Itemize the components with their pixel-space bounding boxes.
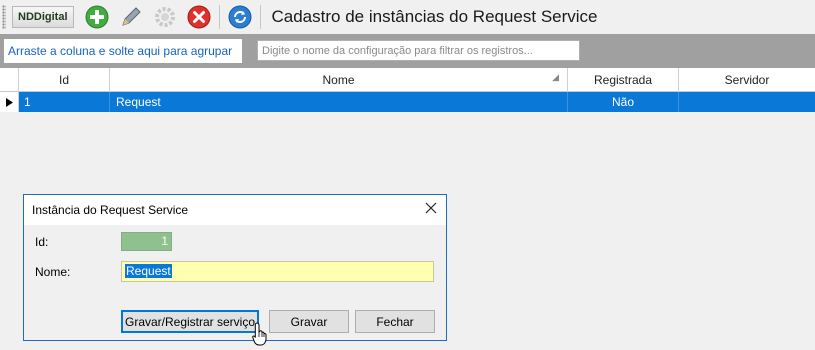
name-field[interactable]: Request — [121, 261, 434, 282]
name-field-value: Request — [125, 264, 172, 278]
row-indicator-header — [0, 68, 19, 92]
instance-dialog: Instância do Request Service Id: 1 Nome:… — [23, 194, 447, 341]
refresh-icon[interactable] — [227, 4, 253, 30]
column-header-nome[interactable]: Nome ◢ — [110, 68, 568, 92]
name-label: Nome: — [35, 265, 71, 279]
close-icon[interactable] — [422, 199, 440, 217]
save-button[interactable]: Gravar — [269, 310, 349, 333]
sort-indicator-icon: ◢ — [552, 72, 559, 82]
toolbar-separator — [259, 5, 261, 29]
id-field: 1 — [121, 232, 172, 251]
group-filter-bar: Arraste a coluna e solte aqui para agrup… — [0, 34, 815, 68]
id-label: Id: — [35, 235, 49, 249]
cell-id[interactable]: 1 — [19, 92, 110, 112]
dialog-title: Instância do Request Service — [32, 203, 189, 217]
settings-gear-icon[interactable] — [152, 4, 178, 30]
column-header-nome-label: Nome — [322, 73, 355, 87]
save-register-service-button[interactable]: Gravar/Registrar serviço — [121, 310, 259, 333]
column-header-servidor[interactable]: Servidor — [679, 68, 815, 92]
column-header-id[interactable]: Id — [19, 68, 110, 92]
cell-registrada[interactable]: Não — [568, 92, 679, 112]
toolbar: NDDigital Cadastro de instâncias do Requ… — [0, 0, 815, 34]
column-header-registrada[interactable]: Registrada — [568, 68, 679, 92]
close-button[interactable]: Fechar — [355, 310, 435, 333]
toolbar-separator — [218, 5, 220, 29]
edit-pencil-icon[interactable] — [118, 4, 144, 30]
cell-servidor[interactable] — [679, 92, 815, 112]
grid-header: Id Nome ◢ Registrada Servidor — [0, 68, 815, 92]
dialog-body: Id: 1 Nome: Request Gravar/Registrar ser… — [24, 225, 446, 340]
add-icon[interactable] — [84, 4, 110, 30]
row-indicator — [0, 92, 19, 112]
cell-nome[interactable]: Request — [110, 92, 568, 112]
nddigital-button[interactable]: NDDigital — [12, 6, 74, 28]
page-title: Cadastro de instâncias do Request Servic… — [271, 7, 598, 26]
table-row[interactable]: 1 Request Não — [0, 92, 815, 112]
delete-icon[interactable] — [186, 4, 212, 30]
group-by-drop-area[interactable]: Arraste a coluna e solte aqui para agrup… — [4, 39, 242, 63]
toolbar-grip[interactable] — [2, 5, 6, 29]
current-row-arrow-icon — [5, 97, 13, 107]
hand-cursor-icon — [252, 322, 267, 346]
filter-input[interactable] — [257, 40, 580, 61]
